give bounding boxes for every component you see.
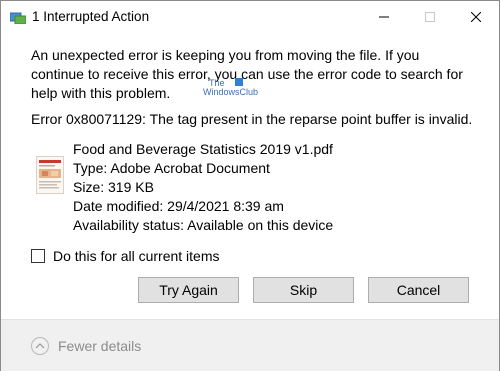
- window-title: 1 Interrupted Action: [32, 9, 150, 24]
- apply-all-row[interactable]: Do this for all current items: [31, 247, 220, 265]
- file-details: Food and Beverage Statistics 2019 v1.pdf…: [73, 140, 333, 235]
- maximize-icon: [425, 11, 435, 22]
- title-bar[interactable]: 1 Interrupted Action: [1, 1, 499, 32]
- error-code-line: Error 0x80071129: The tag present in the…: [31, 111, 473, 127]
- watermark-line2: WindowsClub: [203, 87, 259, 97]
- close-button[interactable]: [453, 1, 499, 32]
- file-name: Food and Beverage Statistics 2019 v1.pdf: [73, 141, 333, 157]
- fewer-details-label[interactable]: Fewer details: [58, 338, 141, 354]
- pdf-thumbnail-icon: [36, 156, 64, 194]
- maximize-button: [407, 1, 453, 32]
- fewer-details-toggle[interactable]: Fewer details: [31, 337, 141, 355]
- file-size: Size: 319 KB: [73, 179, 154, 195]
- try-again-button[interactable]: Try Again: [138, 277, 239, 303]
- minimize-button[interactable]: [361, 1, 407, 32]
- watermark-logo: The WindowsClub: [201, 78, 271, 109]
- minimize-icon: [379, 16, 389, 17]
- file-transfer-icon: [9, 11, 27, 25]
- apply-all-label[interactable]: Do this for all current items: [53, 248, 220, 264]
- chevron-up-icon[interactable]: [31, 337, 49, 355]
- file-availability: Availability status: Available on this d…: [73, 217, 334, 233]
- file-date-modified: Date modified: 29/4/2021 8:39 am: [73, 198, 284, 214]
- cancel-button[interactable]: Cancel: [368, 277, 469, 303]
- skip-button[interactable]: Skip: [253, 277, 354, 303]
- file-type: Type: Adobe Acrobat Document: [73, 160, 270, 176]
- dialog-footer: Fewer details: [1, 319, 499, 371]
- watermark-square: [235, 78, 243, 86]
- interrupted-action-dialog: 1 Interrupted Action An unexpected error…: [0, 0, 500, 371]
- apply-all-checkbox[interactable]: [31, 249, 45, 263]
- close-icon: [471, 11, 481, 22]
